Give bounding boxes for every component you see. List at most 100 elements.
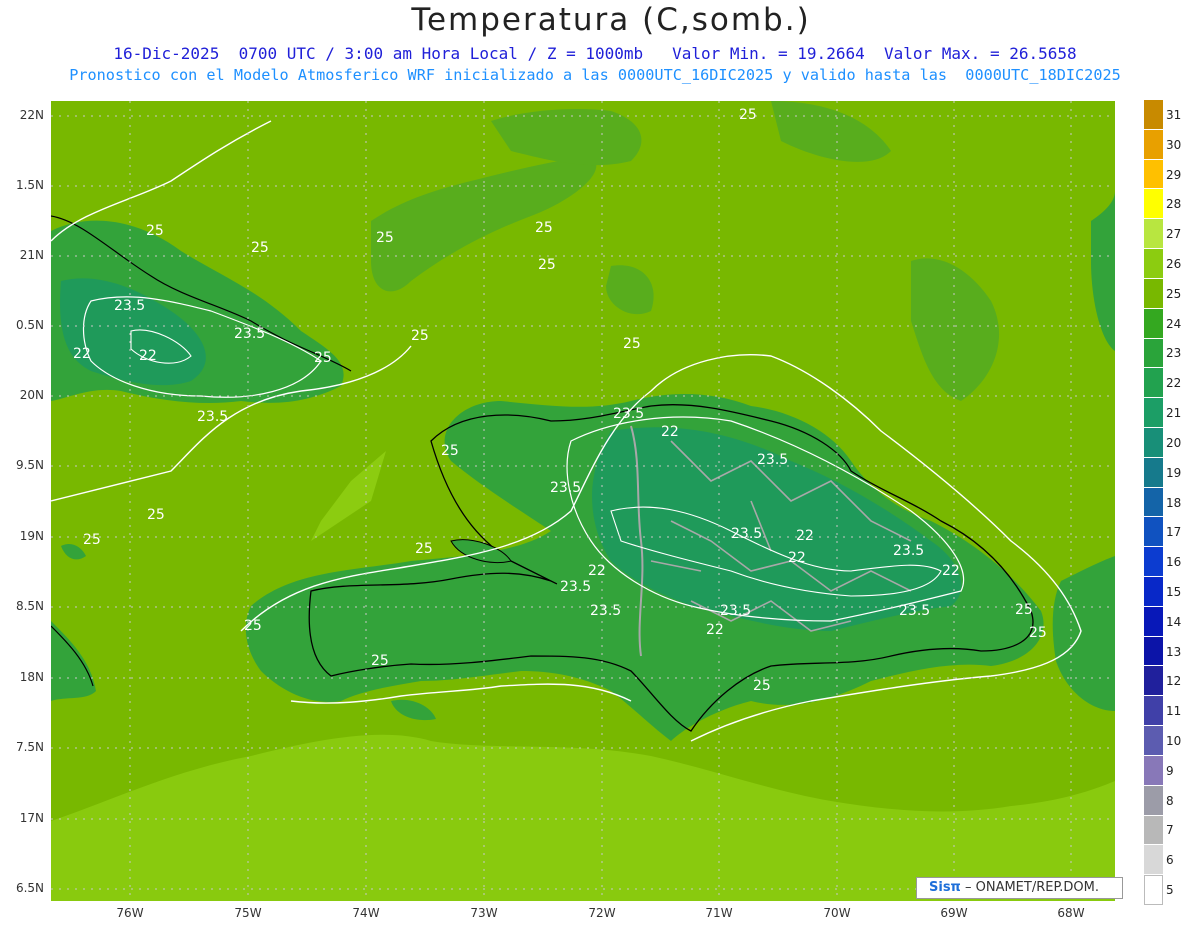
contour-label: 25 — [538, 257, 556, 273]
longitude-label: 72W — [588, 906, 616, 920]
longitude-label: 76W — [116, 906, 144, 920]
colorbar-segment — [1144, 159, 1163, 190]
colorbar-segment — [1144, 427, 1163, 458]
colorbar-segment — [1144, 815, 1163, 846]
map-panel: 25 25 25 25 25 25 25 25 25 25 25 25 25 25 25 25 25 25 23.5… — [50, 101, 1115, 901]
colorbar-label: 5 — [1166, 883, 1174, 898]
contour-label: 25 — [83, 532, 101, 548]
colorbar-segment — [1144, 100, 1163, 130]
contour-label: 23.5 — [114, 298, 145, 314]
colorbar-label: 24 — [1166, 316, 1182, 331]
contour-label: 22 — [139, 348, 157, 364]
contour-label: 23.5 — [234, 326, 265, 342]
map-title: Temperatura (C,somb.) — [411, 2, 811, 38]
longitude-label: 74W — [352, 906, 380, 920]
colorbar-label: 30 — [1166, 137, 1182, 152]
colorbar-segment — [1144, 875, 1163, 905]
contour-label: 23.5 — [893, 543, 924, 559]
contour-label: 23.5 — [613, 406, 644, 422]
contour-label: 23.5 — [899, 603, 930, 619]
latitude-label: 19N — [19, 529, 44, 543]
colorbar-label: 11 — [1166, 704, 1182, 719]
contour-label: 25 — [371, 653, 389, 669]
colorbar-label: 21 — [1166, 406, 1182, 421]
colorbar-segment — [1144, 129, 1163, 160]
contour-label: 25 — [1029, 625, 1047, 641]
latitude-label: 7.5N — [15, 740, 44, 754]
contour-label: 23.5 — [550, 480, 581, 496]
contour-label: 23.5 — [197, 409, 228, 425]
colorbar-segment — [1144, 606, 1163, 637]
contour-label: 25 — [415, 541, 433, 557]
temperature-map: 25 25 25 25 25 25 25 25 25 25 25 25 25 25 25 25 25 25 23.5… — [50, 101, 1115, 901]
contour-label: 22 — [73, 346, 91, 362]
colorbar-segment — [1144, 308, 1163, 339]
contour-label: 25 — [411, 328, 429, 344]
credit-box: Sisπ – ONAMET/REP.DOM. — [916, 877, 1123, 899]
latitude-label: 17N — [19, 811, 44, 825]
contour-label: 25 — [623, 336, 641, 352]
colorbar-segment — [1144, 785, 1163, 816]
colorbar-segment — [1144, 189, 1163, 220]
latitude-label: 1.5N — [15, 178, 44, 192]
colorbar-label: 31 — [1166, 107, 1182, 122]
temperature-colorbar — [1144, 100, 1163, 905]
colorbar-segment — [1144, 457, 1163, 488]
colorbar-label: 12 — [1166, 674, 1182, 689]
contour-label: 23.5 — [590, 603, 621, 619]
contour-label: 22 — [796, 528, 814, 544]
contour-label: 23.5 — [731, 526, 762, 542]
contour-label: 25 — [244, 618, 262, 634]
colorbar-segment — [1144, 398, 1163, 428]
colorbar-label: 23 — [1166, 346, 1182, 361]
latitude-label: 6.5N — [15, 881, 44, 895]
latitude-label: 0.5N — [15, 318, 44, 332]
contour-label: 25 — [147, 507, 165, 523]
contour-label: 22 — [788, 550, 806, 566]
sispi-logo: Sisπ — [929, 880, 961, 895]
colorbar-segment — [1144, 577, 1163, 607]
longitude-label: 69W — [940, 906, 968, 920]
colorbar-label: 25 — [1166, 286, 1182, 301]
colorbar-segment — [1144, 636, 1163, 667]
colorbar-segment — [1144, 726, 1163, 756]
contour-label: 22 — [661, 424, 679, 440]
colorbar-label: 28 — [1166, 197, 1182, 212]
colorbar-label: 19 — [1166, 465, 1182, 480]
colorbar-label: 9 — [1166, 763, 1174, 778]
colorbar-segment — [1144, 547, 1163, 578]
contour-label: 23.5 — [720, 603, 751, 619]
contour-label: 25 — [146, 223, 164, 239]
contour-label: 23.5 — [560, 579, 591, 595]
colorbar-segment — [1144, 219, 1163, 250]
latitude-label: 21N — [19, 248, 44, 262]
latitude-label: 18N — [19, 670, 44, 684]
colorbar-label: 18 — [1166, 495, 1182, 510]
contour-label: 25 — [535, 220, 553, 236]
colorbar-label: 27 — [1166, 227, 1182, 242]
longitude-label: 75W — [234, 906, 262, 920]
colorbar-segment — [1144, 845, 1163, 876]
latitude-label: 20N — [19, 388, 44, 402]
contour-label: 25 — [314, 350, 332, 366]
colorbar-segment — [1144, 278, 1163, 309]
colorbar-label: 29 — [1166, 167, 1182, 182]
colorbar-label: 15 — [1166, 584, 1182, 599]
contour-label: 25 — [753, 678, 771, 694]
agency-label: – ONAMET/REP.DOM. — [964, 880, 1100, 895]
latitude-label: 8.5N — [15, 599, 44, 613]
longitude-label: 73W — [470, 906, 498, 920]
contour-label: 22 — [706, 622, 724, 638]
colorbar-segment — [1144, 249, 1163, 279]
colorbar-label: 14 — [1166, 614, 1182, 629]
latitude-label: 9.5N — [15, 458, 44, 472]
contour-label: 25 — [251, 240, 269, 256]
colorbar-segment — [1144, 517, 1163, 548]
model-info-subtitle: Pronostico con el Modelo Atmosferico WRF… — [69, 66, 1121, 84]
longitude-label: 71W — [705, 906, 733, 920]
colorbar-label: 22 — [1166, 376, 1182, 391]
colorbar-label: 17 — [1166, 525, 1182, 540]
contour-label: 25 — [376, 230, 394, 246]
colorbar-label: 10 — [1166, 734, 1182, 749]
latitude-label: 22N — [19, 108, 44, 122]
